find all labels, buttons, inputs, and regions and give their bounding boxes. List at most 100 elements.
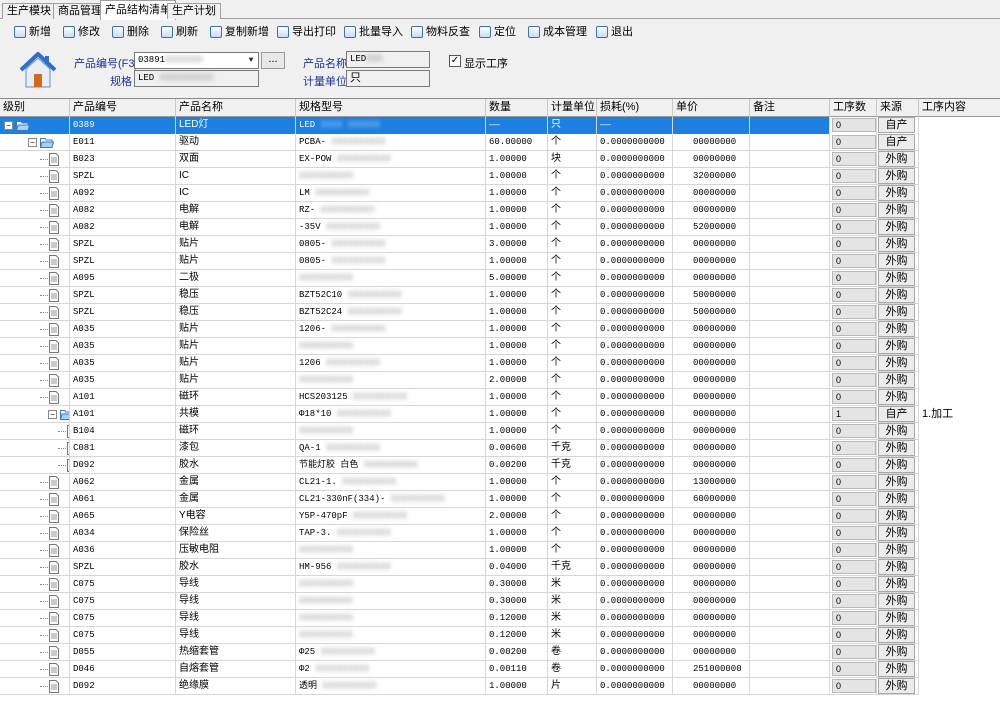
col-name[interactable]: 产品名称	[176, 99, 296, 117]
cell-loss[interactable]: 0.0000000000	[597, 457, 673, 474]
cell-unit[interactable]: 个	[548, 508, 597, 525]
cell-process-content[interactable]	[919, 627, 1000, 644]
cell-code[interactable]: SPZL	[70, 168, 176, 185]
source-button[interactable]: 外购	[878, 355, 915, 371]
cell-qty[interactable]: ——	[486, 117, 548, 134]
cell-code[interactable]: A035	[70, 372, 176, 389]
collapse-toggle-icon[interactable]: −	[4, 121, 13, 130]
cell-price[interactable]: 00000000	[673, 236, 750, 253]
source-button[interactable]: 外购	[878, 593, 915, 609]
source-button[interactable]: 外购	[878, 202, 915, 218]
cell-name[interactable]: 贴片	[176, 372, 296, 389]
cell-name[interactable]: IC	[176, 185, 296, 202]
cell-loss[interactable]: 0.0000000000	[597, 219, 673, 236]
table-row[interactable]: C075 导线 XXXXXXXXXX 0.30000 米 0.0000000000 000…	[0, 593, 1000, 610]
cell-spec[interactable]: XXXXXXXXXX	[296, 627, 486, 644]
cell-qty[interactable]: 0.30000	[486, 576, 548, 593]
cell-spec[interactable]: 1206- XXXXXXXXXX	[296, 321, 486, 338]
source-button[interactable]: 外购	[878, 219, 915, 235]
table-row[interactable]: A035 贴片 1206 XXXXXXXXXX 1.00000 个 0.000000000…	[0, 355, 1000, 372]
edit-button[interactable]: 修改	[63, 25, 100, 41]
cell-unit[interactable]: 块	[548, 151, 597, 168]
cell-qty[interactable]: 1.00000	[486, 525, 548, 542]
col-loss[interactable]: 损耗(%)	[597, 99, 673, 117]
tree-cell[interactable]	[0, 542, 70, 559]
cell-spec[interactable]: 0805- XXXXXXXXXX	[296, 236, 486, 253]
col-price[interactable]: 单价	[673, 99, 750, 117]
cell-code[interactable]: A061	[70, 491, 176, 508]
tree-cell[interactable]	[0, 661, 70, 678]
source-button[interactable]: 外购	[878, 559, 915, 575]
cell-name[interactable]: 导线	[176, 576, 296, 593]
cell-spec[interactable]: Φ25 XXXXXXXXXX	[296, 644, 486, 661]
source-button[interactable]: 外购	[878, 440, 915, 456]
cell-name[interactable]: 贴片	[176, 355, 296, 372]
cell-unit[interactable]: 卷	[548, 644, 597, 661]
cell-code[interactable]: A034	[70, 525, 176, 542]
cell-qty[interactable]: 1.00000	[486, 423, 548, 440]
cell-note[interactable]	[750, 610, 830, 627]
batch-import-button[interactable]: 批量导入	[344, 25, 403, 41]
cell-note[interactable]	[750, 644, 830, 661]
source-button[interactable]: 外购	[878, 610, 915, 626]
cell-name[interactable]: 贴片	[176, 253, 296, 270]
cell-name[interactable]: LED灯	[176, 117, 296, 134]
cell-code[interactable]: A082	[70, 202, 176, 219]
cell-unit[interactable]: 个	[548, 270, 597, 287]
cell-loss[interactable]: 0.0000000000	[597, 134, 673, 151]
cell-name[interactable]: 磁环	[176, 423, 296, 440]
cell-loss[interactable]: 0.0000000000	[597, 185, 673, 202]
cell-spec[interactable]: XXXXXXXXXX	[296, 610, 486, 627]
cell-price[interactable]: 00000000	[673, 372, 750, 389]
cell-process-content[interactable]	[919, 661, 1000, 678]
cell-note[interactable]	[750, 134, 830, 151]
cell-unit[interactable]: 只	[548, 117, 597, 134]
cell-unit[interactable]: 个	[548, 304, 597, 321]
cell-spec[interactable]: XXXXXXXXXX	[296, 423, 486, 440]
cell-qty[interactable]: 1.00000	[486, 678, 548, 695]
cell-unit[interactable]: 卷	[548, 661, 597, 678]
cell-note[interactable]	[750, 355, 830, 372]
table-row[interactable]: A082 电解 RZ- XXXXXXXXXX 1.00000 个 0.0000000000…	[0, 202, 1000, 219]
cell-price[interactable]: 00000000	[673, 559, 750, 576]
cell-loss[interactable]: 0.0000000000	[597, 593, 673, 610]
cell-price[interactable]: 32000000	[673, 168, 750, 185]
cell-name[interactable]: IC	[176, 168, 296, 185]
copy-add-button[interactable]: 复制新增	[210, 25, 269, 41]
cell-loss[interactable]: 0.0000000000	[597, 559, 673, 576]
material-lookup-button[interactable]: 物料反查	[411, 25, 470, 41]
cell-name[interactable]: 漆包	[176, 440, 296, 457]
tree-cell[interactable]	[0, 593, 70, 610]
cell-unit[interactable]: 个	[548, 236, 597, 253]
cell-code[interactable]: C075	[70, 627, 176, 644]
tree-cell[interactable]	[0, 253, 70, 270]
table-row[interactable]: C081 漆包 QA-1 XXXXXXXXXX 0.00600 千克 0.00000000…	[0, 440, 1000, 457]
cell-name[interactable]: 贴片	[176, 236, 296, 253]
cell-spec[interactable]: XXXXXXXXXX	[296, 576, 486, 593]
table-row[interactable]: B104 磁环 XXXXXXXXXX 1.00000 个 0.0000000000 000…	[0, 423, 1000, 440]
source-button[interactable]: 外购	[878, 389, 915, 405]
cell-note[interactable]	[750, 627, 830, 644]
source-button[interactable]: 外购	[878, 304, 915, 320]
cell-code[interactable]: C075	[70, 576, 176, 593]
cell-qty[interactable]: 5.00000	[486, 270, 548, 287]
tree-cell[interactable]	[0, 423, 70, 440]
cell-price[interactable]: 00000000	[673, 610, 750, 627]
cell-price[interactable]: 00000000	[673, 525, 750, 542]
cell-qty[interactable]: 0.04000	[486, 559, 548, 576]
cell-spec[interactable]: TAP-3. XXXXXXXXXX	[296, 525, 486, 542]
cell-unit[interactable]: 个	[548, 474, 597, 491]
cell-note[interactable]	[750, 236, 830, 253]
cell-name[interactable]: 热缩套管	[176, 644, 296, 661]
cell-qty[interactable]: 1.00000	[486, 491, 548, 508]
tree-cell[interactable]: −	[0, 117, 70, 134]
cell-price[interactable]	[673, 117, 750, 134]
cell-price[interactable]: 00000000	[673, 321, 750, 338]
tab-bom[interactable]: 产品结构清单	[100, 0, 176, 20]
table-row[interactable]: D046 自熔套管 Φ2 XXXXXXXXXX 0.00110 卷 0.000000000…	[0, 661, 1000, 678]
cell-unit[interactable]: 个	[548, 525, 597, 542]
cell-note[interactable]	[750, 542, 830, 559]
cell-unit[interactable]: 米	[548, 627, 597, 644]
table-row[interactable]: − A101 共模 Φ18*10 XXXXXXXXXX 1.00000 个 0.000000…	[0, 406, 1000, 423]
cell-process-content[interactable]	[919, 202, 1000, 219]
